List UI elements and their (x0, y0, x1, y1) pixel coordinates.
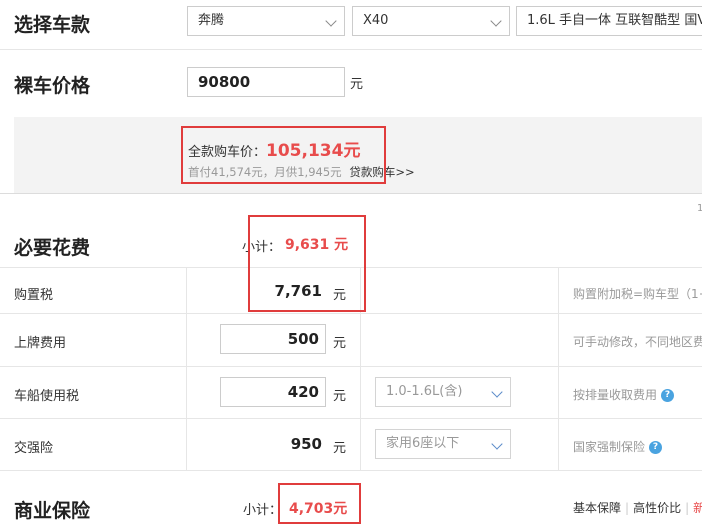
commercial-insurance-title: 商业保险 (14, 500, 91, 522)
chevron-down-icon (491, 438, 503, 450)
divider (0, 49, 702, 50)
chevron-down-icon (491, 386, 503, 398)
help-icon[interactable]: ? (649, 441, 663, 454)
model-select[interactable]: 1.6L 手自一体 互联智酷型 国VI (516, 6, 702, 36)
seat-type-select-value: 家用6座以下 (386, 436, 460, 451)
table-border (0, 366, 702, 367)
series-select-value: X40 (363, 13, 389, 28)
chevron-down-icon (490, 15, 502, 27)
license-fee-label: 上牌费用 (14, 336, 67, 351)
compulsory-insurance-note-text: 国家强制保险 (573, 440, 646, 454)
compulsory-insurance-note: 国家强制保险? (573, 438, 663, 455)
license-fee-input[interactable]: 500 (220, 324, 326, 354)
purchase-tax-note: 购置附加税=购车型（1+ (573, 287, 702, 301)
bare-price-input[interactable]: 90800 (187, 67, 345, 97)
table-border (0, 313, 702, 314)
vehicle-tax-label: 车船使用税 (14, 389, 80, 404)
plan-new-link[interactable]: 新 (693, 501, 702, 515)
compulsory-insurance-label: 交强险 (14, 441, 54, 456)
compulsory-insurance-value: 950 (290, 435, 322, 453)
brand-select-value: 奔腾 (198, 13, 225, 28)
vehicle-tax-unit: 元 (333, 389, 347, 404)
side-marker: 1 (697, 203, 702, 214)
bare-price-title: 裸车价格 (14, 75, 91, 97)
select-car-title: 选择车款 (14, 14, 91, 36)
chevron-down-icon (325, 15, 337, 27)
vehicle-tax-input[interactable]: 420 (220, 377, 326, 407)
bare-price-unit: 元 (350, 77, 364, 92)
insurance-plan-tabs: 基本保障 | 高性价比 | 新 (573, 499, 702, 516)
table-border (558, 267, 559, 470)
divider (0, 193, 702, 194)
purchase-tax-label: 购置税 (14, 288, 54, 303)
series-select[interactable]: X40 (352, 6, 510, 36)
plan-basic-link[interactable]: 基本保障 (573, 501, 621, 515)
commercial-subtotal-highlight (278, 483, 361, 524)
model-select-value: 1.6L 手自一体 互联智酷型 国VI (527, 13, 702, 28)
commercial-subtotal-label: 小计： (243, 503, 283, 518)
table-border (0, 470, 702, 471)
vehicle-tax-note: 按排量收取费用? (573, 386, 675, 403)
necessary-costs-title: 必要花费 (14, 237, 91, 259)
plan-value-link[interactable]: 高性价比 (633, 501, 681, 515)
table-border (0, 418, 702, 419)
seat-type-select[interactable]: 家用6座以下 (375, 429, 511, 459)
total-price-highlight (181, 126, 386, 184)
help-icon[interactable]: ? (661, 389, 675, 402)
displacement-select[interactable]: 1.0-1.6L(含) (375, 377, 511, 407)
necessary-subtotal-highlight (248, 215, 366, 312)
compulsory-insurance-unit: 元 (333, 441, 347, 456)
license-fee-note: 可手动修改，不同地区费 (573, 335, 702, 349)
vehicle-tax-note-text: 按排量收取费用 (573, 388, 658, 402)
brand-select[interactable]: 奔腾 (187, 6, 345, 36)
table-border (186, 267, 187, 470)
license-fee-unit: 元 (333, 336, 347, 351)
displacement-select-value: 1.0-1.6L(含) (386, 384, 463, 399)
